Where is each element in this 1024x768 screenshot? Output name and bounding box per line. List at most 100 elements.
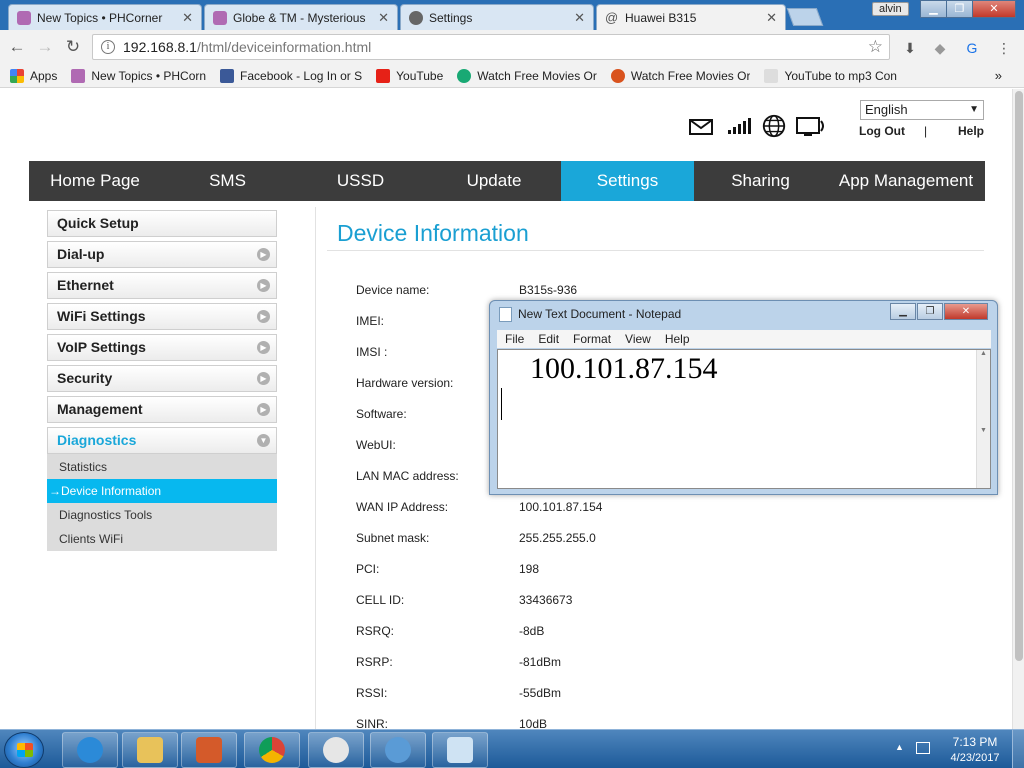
nav-ussd[interactable]: USSD [294,161,427,201]
address-bar[interactable]: i 192.168.8.1/html/deviceinformation.htm… [92,34,890,60]
tab-label: Globe & TM - Mysterious [233,10,366,25]
help-link[interactable]: Help [958,124,984,138]
bookmark-watch-free-movies-1[interactable]: Watch Free Movies Or [457,68,597,83]
notepad-maximize-button[interactable]: ❐ [917,303,943,320]
bookmarks-bar: Apps New Topics • PHCorn Facebook - Log … [0,64,1024,88]
back-arrow-icon[interactable]: ← [6,36,28,58]
submenu-clients-wifi[interactable]: Clients WiFi [47,527,277,551]
menu-diagnostics[interactable]: Diagnostics ▼ [47,427,277,454]
show-desktop-button[interactable] [1012,730,1024,768]
expand-arrow-icon: ▶ [257,310,270,323]
nav-settings[interactable]: Settings [561,161,694,201]
network-icon[interactable] [916,742,930,754]
nav-home-page[interactable]: Home Page [29,161,161,201]
menu-quick-setup[interactable]: Quick Setup [47,210,277,237]
submenu-statistics[interactable]: Statistics [47,455,277,479]
bookmark-yt-mp3[interactable]: YouTube to mp3 Con [764,68,897,83]
submenu-device-information[interactable]: →Device Information [47,479,277,503]
scrollbar-thumb[interactable] [1015,91,1023,661]
play-icon [457,68,472,83]
menu-voip-settings[interactable]: VoIP Settings ▶ [47,334,277,361]
extension-icon[interactable]: ◆ [930,38,950,58]
nav-app-management[interactable]: App Management [827,161,985,201]
page-title: Device Information [337,220,529,246]
forward-arrow-icon[interactable]: → [34,36,56,58]
menu-security[interactable]: Security ▶ [47,365,277,392]
notepad-menu-edit[interactable]: Edit [538,332,559,346]
file-explorer-icon [137,737,163,763]
tab-close-icon[interactable]: ✕ [182,10,193,26]
bookmark-facebook[interactable]: Facebook - Log In or S [220,68,362,83]
taskbar-app-media-player[interactable] [181,732,237,768]
taskbar-app-clock-app[interactable] [308,732,364,768]
taskbar-app-internet-explorer[interactable] [62,732,118,768]
windows-taskbar: ▲ 7:13 PM 4/23/2017 [0,729,1024,768]
info-value: -55dBm [519,686,562,700]
maximize-button[interactable]: ❐ [946,0,973,18]
download-arrow-icon[interactable]: ⬇ [900,38,920,58]
tab-close-icon[interactable]: ✕ [378,10,389,26]
menu-ethernet[interactable]: Ethernet ▶ [47,272,277,299]
submenu-diagnostics-tools[interactable]: Diagnostics Tools [47,503,277,527]
menu-dial-up[interactable]: Dial-up ▶ [47,241,277,268]
nav-sharing[interactable]: Sharing [694,161,827,201]
nav-sms[interactable]: SMS [161,161,294,201]
notepad-menu-file[interactable]: File [505,332,524,346]
tray-overflow-icon[interactable]: ▲ [895,742,904,752]
menu-wifi-settings[interactable]: WiFi Settings ▶ [47,303,277,330]
bookmark-label: Watch Free Movies Or [477,68,597,83]
notepad-menu-format[interactable]: Format [573,332,611,346]
clock-time[interactable]: 7:13 PM [946,735,1004,749]
taskbar-app-notepad[interactable] [432,732,488,768]
bookmark-apps[interactable]: Apps [10,68,57,83]
start-button[interactable] [4,732,44,768]
notepad-icon [447,737,473,763]
logout-link[interactable]: Log Out [859,124,905,138]
clock-date[interactable]: 4/23/2017 [946,752,1004,764]
notepad-text-area[interactable]: 100.101.87.154 ▲ ▼ [497,349,991,489]
info-label: CELL ID: [356,593,405,607]
info-label: RSRQ: [356,624,395,638]
new-tab-button[interactable] [786,8,824,26]
menu-dots-icon[interactable]: ⋮ [994,38,1014,58]
taskbar-app-chrome[interactable] [244,732,300,768]
nav-update[interactable]: Update [427,161,561,201]
notepad-window[interactable]: New Text Document - Notepad ▁ ❐ ✕ File E… [489,300,998,495]
language-select[interactable]: English ▼ [860,100,984,120]
tab-close-icon[interactable]: ✕ [574,10,585,26]
taskbar-app-file-explorer[interactable] [122,732,178,768]
expand-arrow-icon: ▶ [257,403,270,416]
yt-mp3-icon [764,68,779,83]
minimize-button[interactable]: ▁ [920,0,947,18]
menu-management[interactable]: Management ▶ [47,396,277,423]
bookmark-watch-free-movies-2[interactable]: Watch Free Movies Or [610,68,750,83]
menu-label: WiFi Settings [57,308,146,324]
reload-icon[interactable]: ↻ [62,36,84,58]
tab-close-icon[interactable]: ✕ [766,10,777,26]
notepad-menu-help[interactable]: Help [665,332,690,346]
menu-label: Ethernet [57,277,114,293]
tab-huawei-b315[interactable]: @ Huawei B315 ✕ [596,4,786,31]
envelope-icon[interactable] [688,113,714,139]
taskbar-app-globe-app[interactable] [370,732,426,768]
translate-icon[interactable]: G [962,38,982,58]
bookmarks-overflow-chevron-icon[interactable]: » [995,68,1002,83]
bookmark-youtube[interactable]: YouTube [376,68,443,83]
page-scrollbar[interactable] [1012,89,1024,729]
bookmark-phcorner[interactable]: New Topics • PHCorn [71,68,206,83]
notepad-scrollbar[interactable]: ▲ ▼ [976,350,990,488]
tab-settings[interactable]: Settings ✕ [400,4,594,30]
tab-new-topics[interactable]: New Topics • PHCorner ✕ [8,4,202,30]
notepad-close-button[interactable]: ✕ [944,303,988,320]
notepad-minimize-button[interactable]: ▁ [890,303,916,320]
main-nav: Home Page SMS USSD Update Settings Shari… [29,161,985,201]
info-icon[interactable]: i [101,40,115,54]
notepad-menu-view[interactable]: View [625,332,651,346]
url-path: /html/deviceinformation.html [196,39,372,55]
menu-label: Diagnostics [57,432,137,448]
profile-chip[interactable]: alvin [872,2,909,16]
tab-globe-tm[interactable]: Globe & TM - Mysterious ✕ [204,4,398,30]
menu-label: Dial-up [57,246,105,262]
bookmark-star-icon[interactable]: ☆ [868,37,883,57]
close-window-button[interactable]: ✕ [972,0,1016,18]
